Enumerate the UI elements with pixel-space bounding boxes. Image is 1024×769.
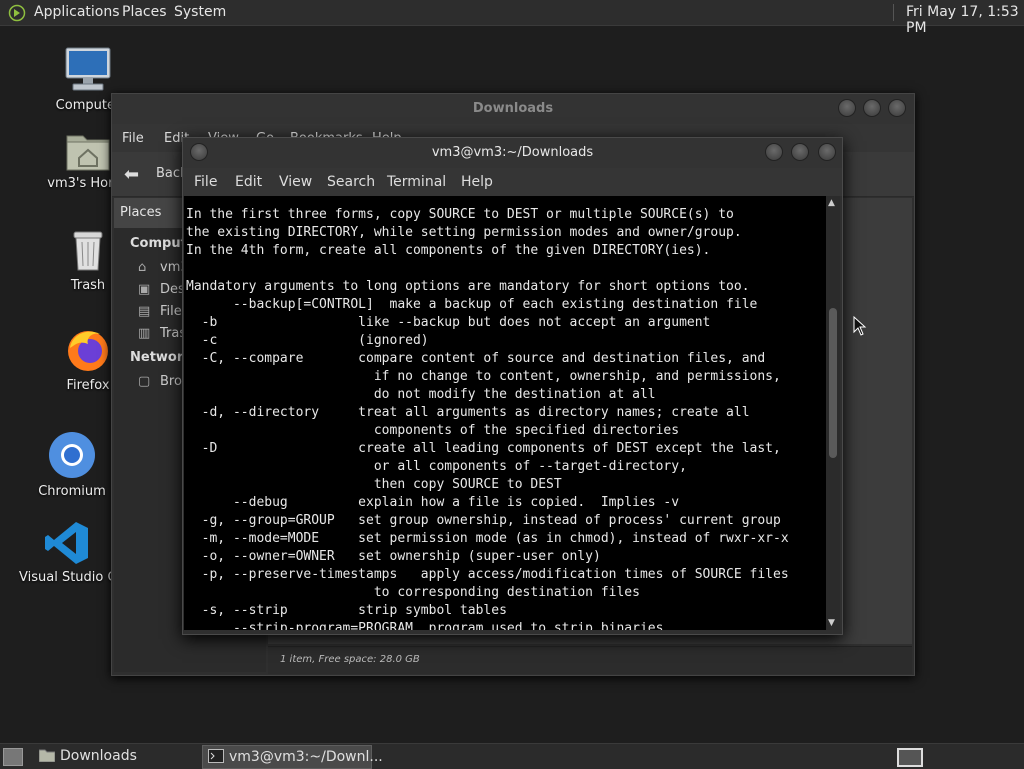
taskbar-item-terminal[interactable]: vm3@vm3:~/Downl... — [202, 745, 383, 769]
trash-icon — [73, 231, 103, 271]
menu-search[interactable]: Search — [327, 174, 375, 190]
places-label: Places — [120, 205, 162, 220]
menu-edit[interactable]: Edit — [235, 174, 262, 190]
terminal-menubar: File Edit View Search Terminal Help — [183, 168, 842, 196]
taskbar-item-label: vm3@vm3:~/Downl... — [229, 749, 383, 765]
taskbar-item-downloads[interactable]: Downloads — [34, 745, 194, 767]
status-text: 1 item, Free space: 28.0 GB — [280, 654, 420, 665]
system-menu[interactable]: System — [174, 4, 226, 20]
show-desktop-icon[interactable] — [3, 748, 23, 766]
desktop-icon-label: Visual Studio Code — [19, 570, 115, 585]
file-manager-titlebar[interactable]: Downloads — [112, 94, 914, 124]
file-manager-title: Downloads — [472, 101, 554, 116]
top-panel: Applications Places System Fri May 17, 1… — [0, 0, 1024, 36]
terminal-icon — [208, 749, 224, 763]
menu-file[interactable]: File — [194, 174, 217, 190]
workspace-switcher[interactable] — [897, 748, 923, 767]
terminal-text: In the first three forms, copy SOURCE to… — [186, 207, 789, 630]
terminal-output[interactable]: In the first three forms, copy SOURCE to… — [184, 196, 826, 630]
chromium-icon — [49, 432, 95, 478]
close-button[interactable] — [818, 143, 836, 161]
computer-icon — [65, 47, 111, 91]
maximize-button[interactable] — [791, 143, 809, 161]
menu-terminal[interactable]: Terminal — [387, 174, 446, 190]
maximize-button[interactable] — [863, 99, 881, 117]
window-menu-button[interactable] — [190, 143, 208, 161]
terminal-window[interactable]: vm3@vm3:~/Downloads File Edit View Searc… — [182, 137, 843, 635]
scroll-up-arrow-icon[interactable]: ▲ — [828, 198, 835, 208]
home-folder-icon — [66, 135, 110, 171]
network-icon: ▢ — [138, 374, 151, 389]
clock[interactable]: Fri May 17, 1:53 PM — [906, 4, 1024, 36]
bottom-taskbar: Downloads vm3@vm3:~/Downl... — [0, 743, 1024, 769]
home-icon: ⌂ — [138, 260, 147, 275]
panel-separator — [893, 4, 894, 21]
terminal-title: vm3@vm3:~/Downloads — [431, 145, 594, 160]
file-manager-statusbar: 1 item, Free space: 28.0 GB — [268, 646, 912, 674]
terminal-scrollbar[interactable]: ▲ ▼ — [826, 196, 840, 630]
desktop-icon-vscode[interactable]: Visual Studio Code — [19, 520, 115, 585]
menu-view[interactable]: View — [279, 174, 312, 190]
drive-icon: ▤ — [138, 304, 151, 319]
back-arrow-icon[interactable]: ⬅ — [124, 164, 139, 185]
terminal-titlebar[interactable]: vm3@vm3:~/Downloads — [183, 138, 842, 168]
scroll-down-arrow-icon[interactable]: ▼ — [828, 618, 835, 628]
menu-file[interactable]: File — [122, 131, 144, 146]
minimize-button[interactable] — [765, 143, 783, 161]
trash-small-icon: ▥ — [138, 326, 151, 341]
folder-icon — [39, 749, 55, 762]
taskbar-item-label: Downloads — [60, 748, 137, 764]
vscode-icon — [45, 522, 88, 564]
scrollbar-thumb[interactable] — [829, 308, 837, 458]
mouse-cursor-icon — [853, 316, 867, 336]
places-menu[interactable]: Places — [122, 4, 167, 20]
applications-menu[interactable]: Applications — [34, 4, 120, 20]
applications-logo-icon[interactable] — [8, 4, 26, 22]
close-button[interactable] — [888, 99, 906, 117]
desktop-icon: ▣ — [138, 282, 151, 297]
firefox-icon — [68, 331, 108, 371]
minimize-button[interactable] — [838, 99, 856, 117]
menu-help[interactable]: Help — [461, 174, 493, 190]
